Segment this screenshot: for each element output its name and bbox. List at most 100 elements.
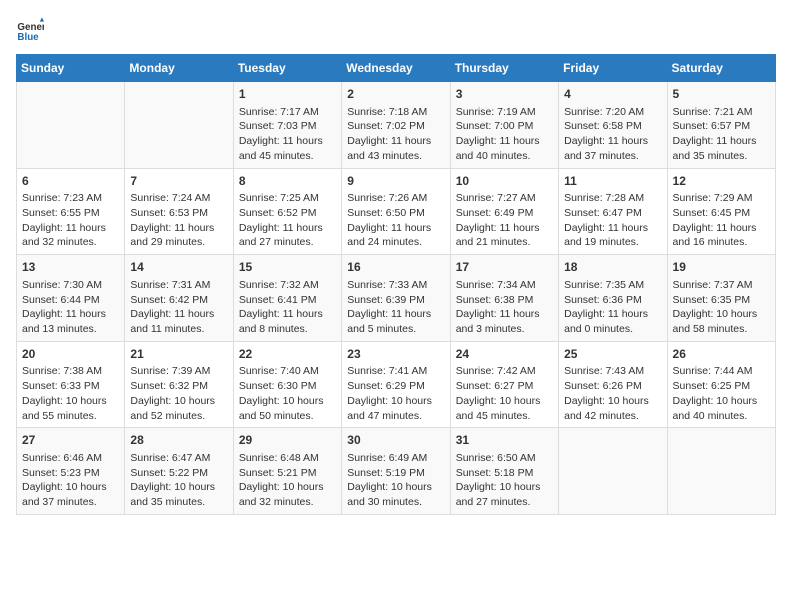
day-number: 23 — [347, 346, 444, 363]
sunset: Sunset: 6:29 PM — [347, 380, 425, 392]
day-number: 27 — [22, 432, 119, 449]
calendar-week-4: 20Sunrise: 7:38 AMSunset: 6:33 PMDayligh… — [17, 341, 776, 428]
sunset: Sunset: 6:36 PM — [564, 294, 642, 306]
calendar-cell — [17, 82, 125, 169]
calendar-cell: 4Sunrise: 7:20 AMSunset: 6:58 PMDaylight… — [559, 82, 667, 169]
calendar-table: SundayMondayTuesdayWednesdayThursdayFrid… — [16, 54, 776, 515]
day-header-thursday: Thursday — [450, 55, 558, 82]
daylight: Daylight: 10 hours and 27 minutes. — [456, 481, 541, 508]
sunrise: Sunrise: 7:38 AM — [22, 365, 102, 377]
daylight: Daylight: 10 hours and 50 minutes. — [239, 395, 324, 422]
sunrise: Sunrise: 7:20 AM — [564, 106, 644, 118]
sunset: Sunset: 6:57 PM — [673, 120, 751, 132]
calendar-cell: 29Sunrise: 6:48 AMSunset: 5:21 PMDayligh… — [233, 428, 341, 515]
svg-text:Blue: Blue — [17, 32, 39, 43]
sunset: Sunset: 6:35 PM — [673, 294, 751, 306]
sunset: Sunset: 6:38 PM — [456, 294, 534, 306]
calendar-cell: 19 Sunrise: 7:37 AM Sunset: 6:35 PM Dayligh… — [667, 255, 775, 342]
calendar-cell: 25 Sunrise: 7:43 AM Sunset: 6:26 PM Dayligh… — [559, 341, 667, 428]
calendar-cell: 27Sunrise: 6:46 AMSunset: 5:23 PMDayligh… — [17, 428, 125, 515]
sunrise: Sunrise: 6:50 AM — [456, 452, 536, 464]
sunrise: Sunrise: 7:23 AM — [22, 192, 102, 204]
day-header-friday: Friday — [559, 55, 667, 82]
calendar-header-row: SundayMondayTuesdayWednesdayThursdayFrid… — [17, 55, 776, 82]
calendar-cell: 17Sunrise: 7:34 AMSunset: 6:38 PMDayligh… — [450, 255, 558, 342]
sunrise: Sunrise: 7:35 AM — [564, 279, 644, 291]
daylight: Daylight: 11 hours and 21 minutes. — [456, 222, 540, 249]
daylight: Daylight: 11 hours and 13 minutes. — [22, 308, 106, 335]
sunset: Sunset: 6:26 PM — [564, 380, 642, 392]
sunset: Sunset: 7:02 PM — [347, 120, 425, 132]
day-number: 7 — [130, 173, 227, 190]
day-header-monday: Monday — [125, 55, 233, 82]
day-number: 19 — [673, 259, 770, 276]
daylight: Daylight: 11 hours and 16 minutes. — [673, 222, 757, 249]
sunrise: Sunrise: 7:37 AM — [673, 279, 753, 291]
sunrise: Sunrise: 7:41 AM — [347, 365, 427, 377]
day-number: 29 — [239, 432, 336, 449]
sunset: Sunset: 6:30 PM — [239, 380, 317, 392]
sunrise: Sunrise: 7:21 AM — [673, 106, 753, 118]
daylight: Daylight: 11 hours and 40 minutes. — [456, 135, 540, 162]
sunrise: Sunrise: 6:48 AM — [239, 452, 319, 464]
daylight: Daylight: 10 hours and 35 minutes. — [130, 481, 215, 508]
sunrise: Sunrise: 6:49 AM — [347, 452, 427, 464]
daylight: Daylight: 10 hours and 37 minutes. — [22, 481, 107, 508]
day-number: 8 — [239, 173, 336, 190]
sunrise: Sunrise: 7:26 AM — [347, 192, 427, 204]
daylight: Daylight: 10 hours and 58 minutes. — [673, 308, 758, 335]
sunrise: Sunrise: 7:34 AM — [456, 279, 536, 291]
daylight: Daylight: 10 hours and 40 minutes. — [673, 395, 758, 422]
calendar-cell: 8Sunrise: 7:25 AMSunset: 6:52 PMDaylight… — [233, 168, 341, 255]
sunset: Sunset: 6:52 PM — [239, 207, 317, 219]
daylight: Daylight: 11 hours and 3 minutes. — [456, 308, 540, 335]
day-header-saturday: Saturday — [667, 55, 775, 82]
sunrise: Sunrise: 6:47 AM — [130, 452, 210, 464]
day-number: 5 — [673, 86, 770, 103]
daylight: Daylight: 11 hours and 45 minutes. — [239, 135, 323, 162]
day-number: 9 — [347, 173, 444, 190]
calendar-cell: 5 Sunrise: 7:21 AM Sunset: 6:57 PM Daylight… — [667, 82, 775, 169]
day-number: 25 — [564, 346, 661, 363]
sunrise: Sunrise: 7:32 AM — [239, 279, 319, 291]
calendar-cell: 15Sunrise: 7:32 AMSunset: 6:41 PMDayligh… — [233, 255, 341, 342]
sunset: Sunset: 6:50 PM — [347, 207, 425, 219]
calendar-cell — [667, 428, 775, 515]
calendar-cell: 23Sunrise: 7:41 AMSunset: 6:29 PMDayligh… — [342, 341, 450, 428]
sunset: Sunset: 6:25 PM — [673, 380, 751, 392]
sunset: Sunset: 6:45 PM — [673, 207, 751, 219]
day-number: 28 — [130, 432, 227, 449]
sunset: Sunset: 6:27 PM — [456, 380, 534, 392]
daylight: Daylight: 10 hours and 32 minutes. — [239, 481, 324, 508]
day-number: 31 — [456, 432, 553, 449]
day-number: 6 — [22, 173, 119, 190]
sunrise: Sunrise: 7:33 AM — [347, 279, 427, 291]
sunrise: Sunrise: 7:31 AM — [130, 279, 210, 291]
calendar-cell: 2Sunrise: 7:18 AMSunset: 7:02 PMDaylight… — [342, 82, 450, 169]
sunrise: Sunrise: 7:28 AM — [564, 192, 644, 204]
day-number: 14 — [130, 259, 227, 276]
sunrise: Sunrise: 7:18 AM — [347, 106, 427, 118]
sunset: Sunset: 6:32 PM — [130, 380, 208, 392]
daylight: Daylight: 10 hours and 42 minutes. — [564, 395, 649, 422]
day-number: 26 — [673, 346, 770, 363]
sunset: Sunset: 6:33 PM — [22, 380, 100, 392]
day-number: 11 — [564, 173, 661, 190]
calendar-cell: 31Sunrise: 6:50 AMSunset: 5:18 PMDayligh… — [450, 428, 558, 515]
day-header-tuesday: Tuesday — [233, 55, 341, 82]
daylight: Daylight: 10 hours and 30 minutes. — [347, 481, 432, 508]
day-number: 18 — [564, 259, 661, 276]
day-number: 3 — [456, 86, 553, 103]
daylight: Daylight: 11 hours and 35 minutes. — [673, 135, 757, 162]
sunrise: Sunrise: 7:42 AM — [456, 365, 536, 377]
calendar-cell: 12Sunrise: 7:29 AMSunset: 6:45 PMDayligh… — [667, 168, 775, 255]
calendar-cell: 7Sunrise: 7:24 AMSunset: 6:53 PMDaylight… — [125, 168, 233, 255]
calendar-cell: 30Sunrise: 6:49 AMSunset: 5:19 PMDayligh… — [342, 428, 450, 515]
daylight: Daylight: 11 hours and 24 minutes. — [347, 222, 431, 249]
day-number: 2 — [347, 86, 444, 103]
calendar-cell: 20Sunrise: 7:38 AMSunset: 6:33 PMDayligh… — [17, 341, 125, 428]
sunset: Sunset: 6:44 PM — [22, 294, 100, 306]
sunrise: Sunrise: 7:43 AM — [564, 365, 644, 377]
calendar-week-2: 6Sunrise: 7:23 AMSunset: 6:55 PMDaylight… — [17, 168, 776, 255]
calendar-week-1: 1Sunrise: 7:17 AMSunset: 7:03 PMDaylight… — [17, 82, 776, 169]
